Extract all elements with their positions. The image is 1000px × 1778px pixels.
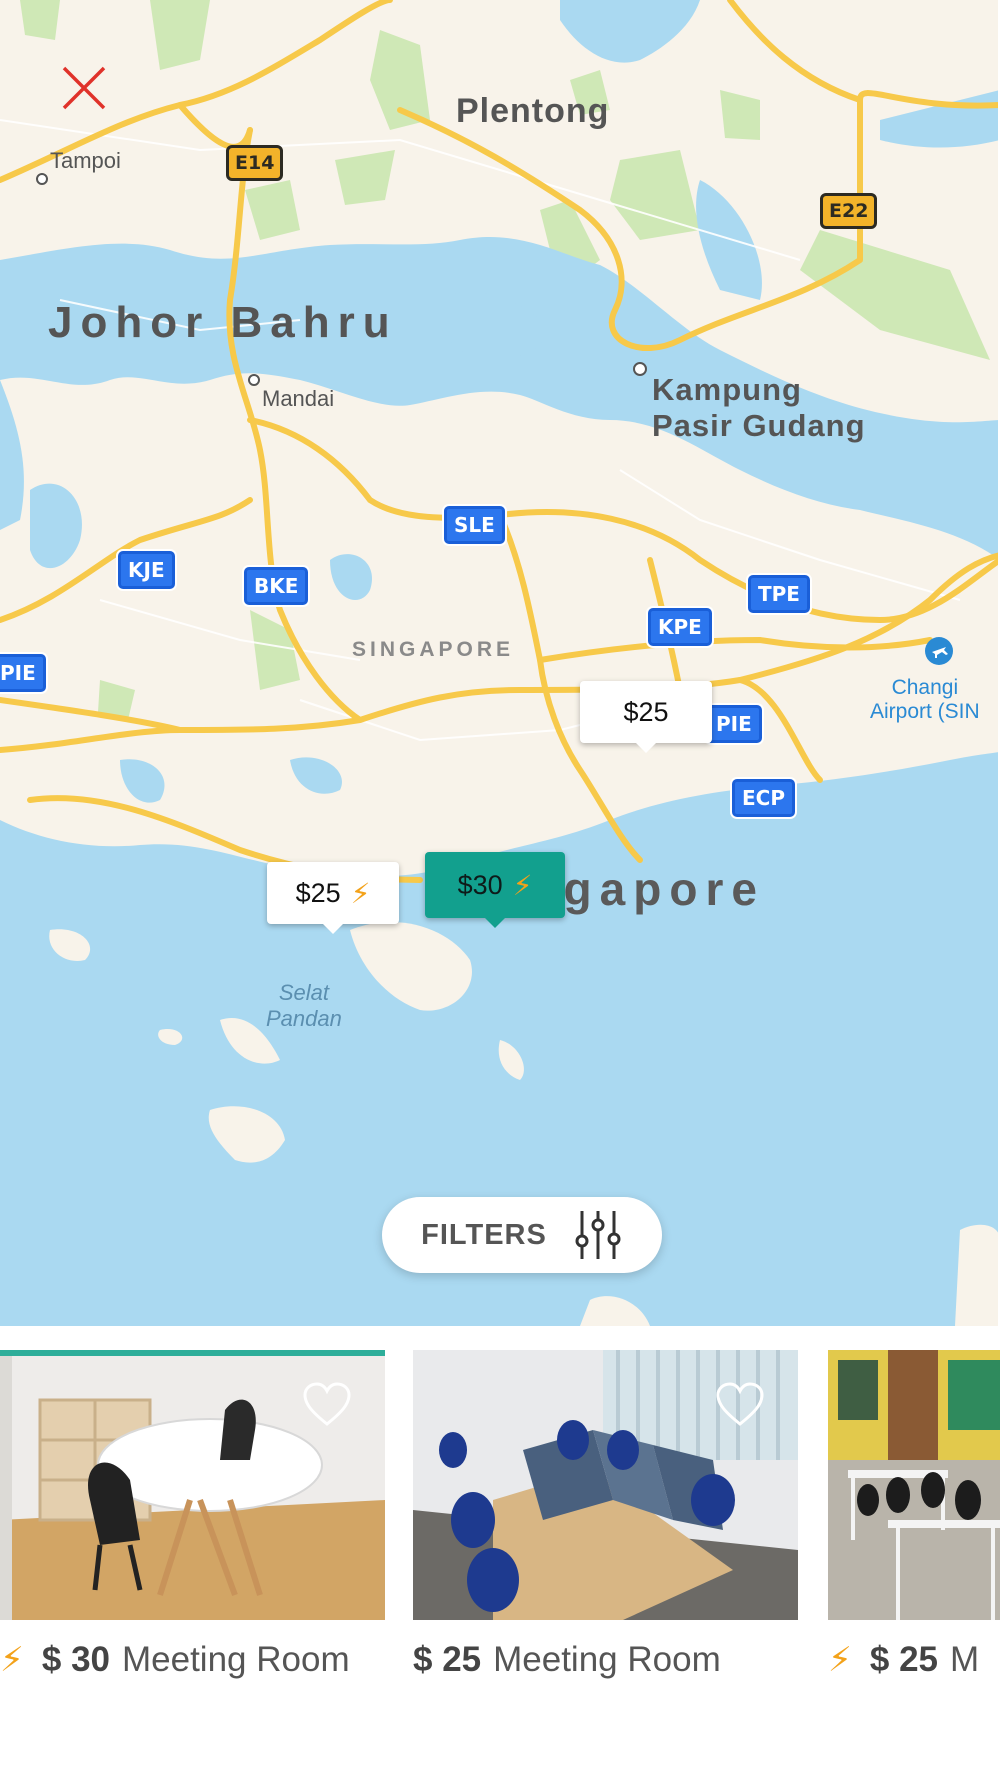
place-label-plentong: Plentong: [456, 92, 610, 130]
listing-card[interactable]: $ 25 Meeting Room: [413, 1350, 798, 1679]
place-label-selat-pandan: Selat Pandan: [266, 980, 342, 1032]
sea-label-line-2: Pandan: [266, 1006, 342, 1031]
listing-photo: [828, 1350, 1000, 1620]
highway-shield-ecp: ECP: [732, 779, 795, 817]
selected-indicator: [0, 1350, 385, 1356]
listing-type: Meeting Room: [122, 1640, 350, 1679]
highway-shield-sle: SLE: [444, 506, 505, 544]
listing-price: $ 25: [869, 1640, 938, 1679]
heart-icon[interactable]: [302, 1382, 352, 1428]
map-view[interactable]: Plentong Tampoi Johor Bahru Mandai Kampu…: [0, 0, 1000, 1326]
highway-shield-pie-left: PIE: [0, 654, 46, 692]
map-price-pin-selected[interactable]: $30 ⚡: [425, 852, 565, 928]
heart-icon[interactable]: [715, 1382, 765, 1428]
highway-shield-kje: KJE: [118, 551, 175, 589]
close-icon: [62, 66, 106, 110]
listing-type: Meeting Room: [493, 1640, 721, 1679]
lightning-icon: ⚡: [350, 877, 371, 909]
map-price-pin[interactable]: $25: [580, 681, 712, 753]
lightning-icon: ⚡: [828, 1641, 852, 1679]
listing-card[interactable]: ⚡ $ 25 M: [828, 1350, 1000, 1679]
lightning-icon: ⚡: [0, 1641, 24, 1679]
place-label-kampung: Kampung: [652, 372, 802, 407]
listing-photo: [413, 1350, 798, 1620]
listing-price: $ 30: [41, 1640, 110, 1679]
pin-price-label: $25: [623, 696, 669, 727]
highway-shield-pie-right: PIE: [706, 705, 762, 743]
highway-shield-e14: E14: [226, 145, 284, 181]
highway-shield-kpe: KPE: [648, 608, 712, 646]
place-label-mandai: Mandai: [262, 386, 335, 411]
filters-label: FILTERS: [421, 1218, 547, 1251]
lightning-icon: ⚡: [512, 869, 533, 901]
airport-label-line-1: Changi: [891, 676, 959, 699]
pin-price-label: $25: [295, 877, 341, 908]
coworking-space-image: [828, 1350, 1000, 1620]
place-label-pasir-gudang: Pasir Gudang: [652, 408, 866, 443]
listing-caption: ⚡ $ 25 M: [828, 1640, 979, 1680]
place-dot-tampoi: [36, 173, 48, 185]
highway-shield-tpe: TPE: [748, 575, 810, 613]
airport-label-line-2: Airport (SIN: [870, 700, 980, 723]
place-label-johor-bahru: Johor Bahru: [48, 298, 398, 347]
listing-card[interactable]: ⚡ $ 30 Meeting Room: [0, 1350, 385, 1679]
listing-photo: [0, 1350, 385, 1620]
place-dot-kampung: [633, 362, 647, 376]
filters-button[interactable]: FILTERS: [382, 1197, 662, 1273]
map-price-pin[interactable]: $25 ⚡: [267, 862, 399, 934]
place-label-changi: Changi Airport (SIN: [870, 676, 980, 724]
listing-carousel[interactable]: ⚡ $ 30 Meeting Room $ 25 Meeting Room ⚡ …: [0, 1350, 1000, 1778]
listing-type: M: [950, 1640, 980, 1679]
listing-price: $ 25: [413, 1640, 482, 1679]
pin-price-label: $30: [457, 869, 503, 900]
place-label-tampoi: Tampoi: [50, 148, 121, 173]
sea-label-line-1: Selat: [278, 980, 329, 1005]
airport-icon: [925, 637, 953, 665]
place-label-singapore-region: SINGAPORE: [352, 638, 515, 661]
place-dot-mandai: [248, 374, 260, 386]
listing-caption: $ 25 Meeting Room: [413, 1640, 721, 1680]
listing-caption: ⚡ $ 30 Meeting Room: [0, 1640, 350, 1680]
close-button[interactable]: [56, 60, 112, 116]
highway-shield-bke: BKE: [244, 567, 309, 605]
sliders-icon: [575, 1211, 621, 1259]
highway-shield-e22: E22: [820, 193, 878, 229]
